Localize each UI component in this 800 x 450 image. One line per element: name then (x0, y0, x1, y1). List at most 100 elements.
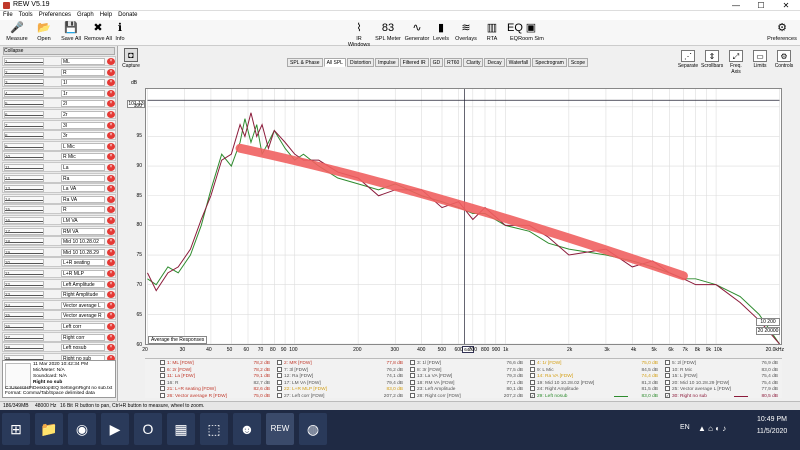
tab-spl-phase[interactable]: SPL & Phase (287, 58, 323, 67)
remove-icon[interactable]: × (107, 344, 115, 352)
measurement-name[interactable]: Ra VA (61, 195, 105, 203)
legend-item[interactable]: 26: Vector average R [FDW] 75,0 dB (160, 392, 272, 400)
checkbox-icon[interactable] (277, 373, 282, 379)
measurement-name[interactable]: LM VA (61, 217, 105, 224)
checkbox-icon[interactable] (160, 379, 165, 385)
measurement-name[interactable]: R (61, 206, 105, 214)
checkbox-icon[interactable] (530, 379, 535, 385)
measurement-name[interactable]: L Mic (61, 142, 105, 150)
room-sim-button[interactable]: ▣ Room Sim (517, 22, 545, 46)
remove-icon[interactable]: × (107, 100, 115, 108)
measurement-name[interactable]: La VA (61, 185, 105, 193)
remove-icon[interactable]: × (107, 79, 115, 87)
remove-icon[interactable]: × (107, 227, 115, 235)
measurement-name[interactable]: R Mic (61, 153, 105, 161)
checkbox-icon[interactable] (530, 360, 535, 366)
controls-control[interactable]: ⚙ Controls (773, 50, 795, 72)
measurement-row[interactable]: 4 1r× (2, 87, 116, 98)
windows-start-icon[interactable]: ⊞ (2, 413, 30, 445)
alien-icon[interactable]: ☻ (233, 413, 261, 445)
checkbox-icon[interactable] (665, 386, 670, 392)
chrome-icon[interactable]: ◉ (68, 413, 96, 445)
measurement-row[interactable]: 1 ML× (2, 56, 116, 66)
remove-icon[interactable]: × (107, 142, 115, 150)
remove-icon[interactable]: × (107, 238, 115, 246)
measurement-row[interactable]: 17 RM VA× (2, 225, 116, 236)
measurement-name[interactable]: Left corr (61, 323, 105, 330)
grid-app-icon[interactable]: ⬚ (200, 413, 228, 445)
checkbox-icon[interactable] (277, 379, 282, 385)
rew-icon[interactable]: REW (266, 413, 294, 445)
measurement-name[interactable]: Left nosub (61, 344, 105, 352)
remove-icon[interactable]: × (107, 217, 115, 224)
measurement-row[interactable]: 21 L+R MLP× (2, 268, 116, 278)
measurement-row[interactable]: 24 Vector average L× (2, 299, 116, 310)
tab-spectrogram[interactable]: Spectrogram (532, 58, 567, 67)
measurement-row[interactable]: 13 La VA× (2, 183, 116, 194)
limits-control[interactable]: ▭ Limits (749, 50, 771, 72)
tab-gd[interactable]: GD (429, 58, 444, 67)
remove-icon[interactable]: × (107, 164, 115, 171)
checkbox-icon[interactable] (277, 392, 282, 398)
spl-meter-button[interactable]: 83 SPL Meter (374, 22, 402, 46)
measurement-row[interactable]: 7 3l× (2, 119, 116, 130)
separate-control[interactable]: ⋰ Separate (677, 50, 699, 72)
tab-scope[interactable]: Scope (567, 58, 589, 67)
checkbox-checked-icon[interactable]: ✓ (530, 392, 535, 398)
measurement-row[interactable]: 6 2r× (2, 109, 116, 119)
measurement-name[interactable]: Left Amplitude (61, 280, 105, 288)
remove-icon[interactable]: × (107, 312, 115, 320)
checkbox-icon[interactable] (410, 373, 415, 379)
close-button[interactable]: ✕ (775, 0, 797, 11)
info-button[interactable]: ℹ Info (106, 22, 134, 46)
checkbox-icon[interactable] (277, 386, 282, 392)
remove-icon[interactable]: × (107, 174, 115, 182)
collapse-button[interactable]: Collapse (3, 47, 115, 55)
checkbox-icon[interactable] (277, 366, 282, 372)
measurement-name[interactable]: ML (61, 58, 105, 65)
remove-icon[interactable]: × (107, 121, 115, 129)
save-all-button[interactable]: 💾 Save All (57, 22, 85, 46)
checkbox-icon[interactable] (160, 366, 165, 372)
measurement-name[interactable]: La (61, 164, 105, 171)
menu-file[interactable]: File (3, 12, 13, 18)
remove-icon[interactable]: × (107, 58, 115, 65)
checkbox-icon[interactable] (665, 379, 670, 385)
tab-filtered-ir[interactable]: Filtered IR (399, 58, 429, 67)
checkbox-icon[interactable] (530, 386, 535, 392)
checkbox-icon[interactable] (160, 360, 165, 366)
checkbox-checked-icon[interactable]: ✓ (665, 392, 670, 398)
measurement-row[interactable]: 3 1l× (2, 77, 116, 88)
checkbox-icon[interactable] (160, 392, 165, 398)
measurement-name[interactable]: L+R MLP (61, 270, 105, 277)
tab-impulse[interactable]: Impulse (375, 58, 399, 67)
menu-tools[interactable]: Tools (19, 12, 33, 18)
levels-button[interactable]: ▮ Levels (427, 22, 455, 46)
measurement-row[interactable]: 20 L+R seating× (2, 257, 116, 268)
menu-graph[interactable]: Graph (77, 12, 94, 18)
measurement-row[interactable]: 11 La× (2, 162, 116, 172)
remove-icon[interactable]: × (107, 153, 115, 161)
remove-icon[interactable]: × (107, 185, 115, 193)
tray-icons[interactable]: ▲ ⌂ ◐ ♪ (698, 424, 726, 433)
measurement-row[interactable]: 22 Left Amplitude× (2, 278, 116, 289)
checkbox-icon[interactable] (160, 386, 165, 392)
measurement-row[interactable]: 26 Left corr× (2, 321, 116, 331)
checkbox-icon[interactable] (665, 373, 670, 379)
measurement-name[interactable]: 3r (61, 132, 105, 140)
remove-icon[interactable]: × (107, 132, 115, 140)
measurement-name[interactable]: Right corr (61, 333, 105, 341)
legend-item[interactable]: 28: Right corr [FDW] 207,2 dB (410, 392, 525, 400)
measurement-row[interactable]: 2 R× (2, 66, 116, 77)
measurement-row[interactable]: 16 LM VA× (2, 215, 116, 225)
measurement-row[interactable]: 12 Ra× (2, 172, 116, 183)
tab-clarity[interactable]: Clarity (463, 58, 484, 67)
file-explorer-icon[interactable]: 📁 (35, 413, 63, 445)
checkbox-icon[interactable] (530, 366, 535, 372)
measurement-row[interactable]: 18 Mid 10 10.28.02× (2, 236, 116, 247)
menu-preferences[interactable]: Preferences (39, 12, 71, 18)
measurement-name[interactable]: Ra (61, 174, 105, 182)
remove-icon[interactable]: × (107, 333, 115, 341)
tab-all-spl[interactable]: All SPL (323, 58, 346, 67)
freq-axis-control[interactable]: ⤢ Freq. Axis (725, 50, 747, 75)
